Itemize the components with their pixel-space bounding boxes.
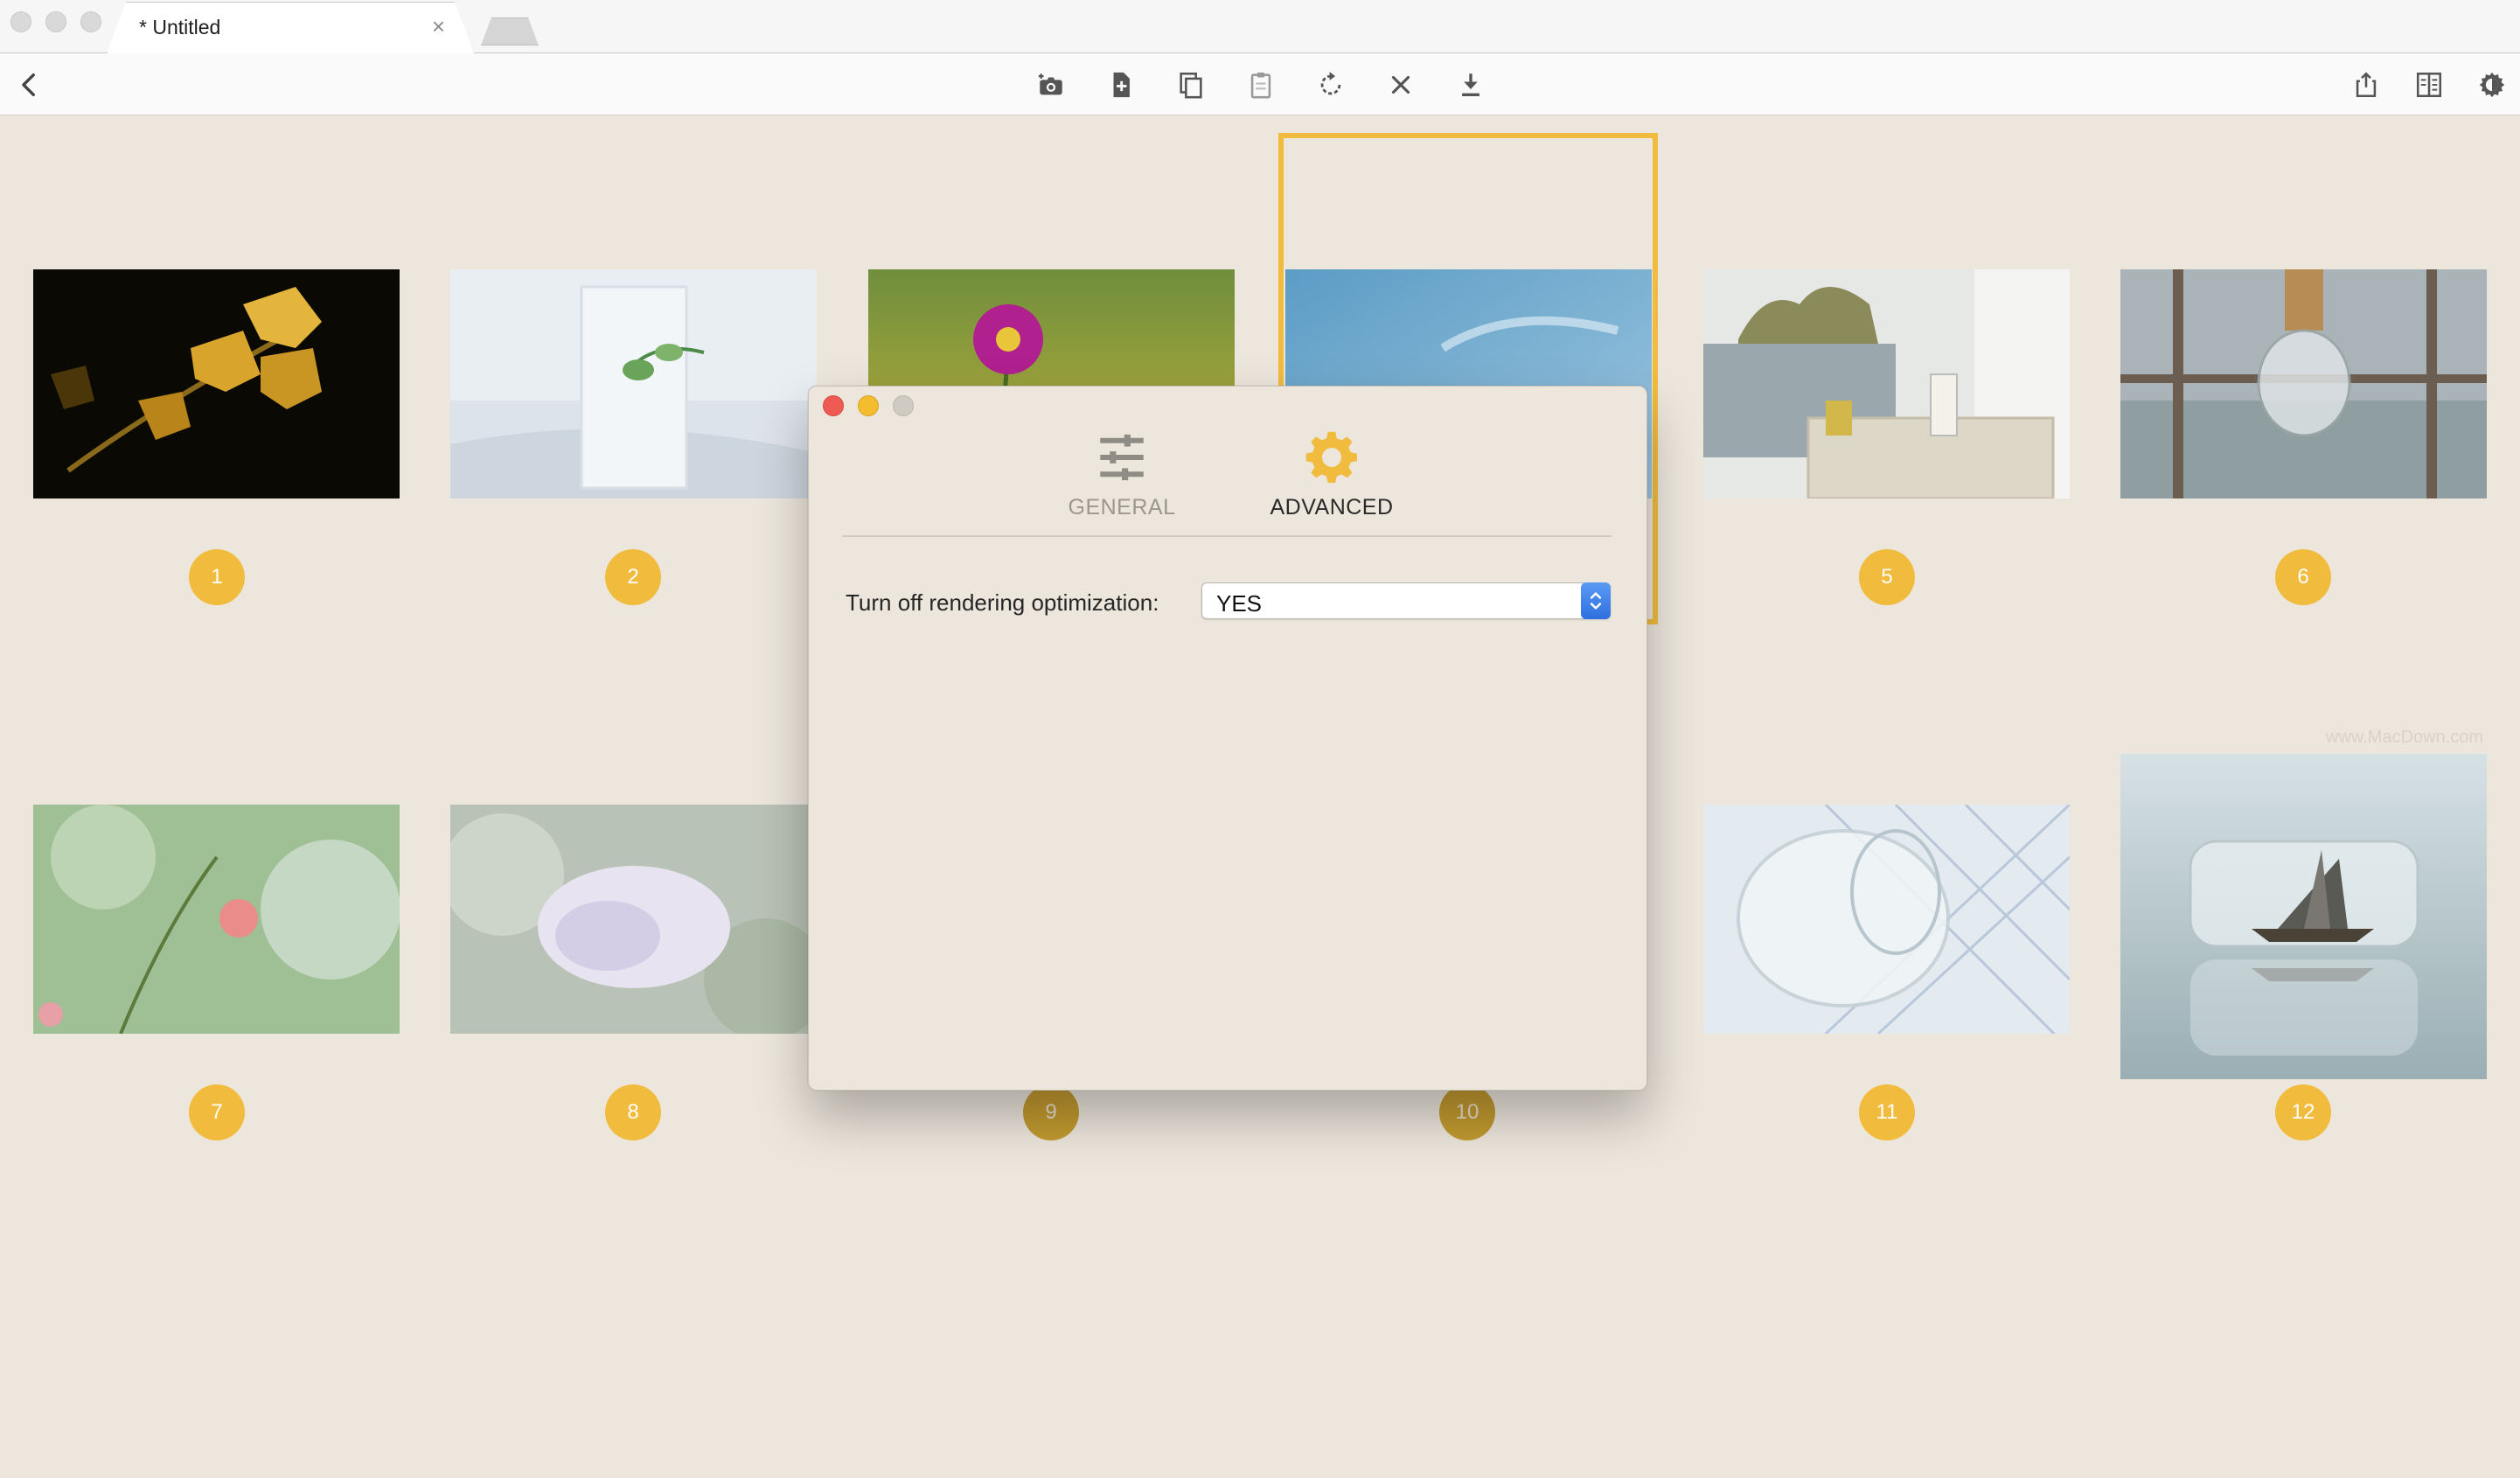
preferences-dialog: GENERAL ADVANCED Turn off rendering opti… — [808, 386, 1647, 1091]
tab-separator — [842, 535, 1612, 537]
add-file-icon — [1113, 72, 1130, 98]
theme-gear-icon — [2479, 72, 2505, 98]
chevron-left-icon — [22, 73, 35, 97]
appearance-button[interactable] — [2473, 66, 2511, 104]
rendering-optimization-label: Turn off rendering optimization: — [846, 589, 1159, 616]
item-number-badge: 10 — [1439, 1084, 1495, 1140]
item-number-badge: 1 — [189, 549, 245, 605]
paste-button[interactable] — [1242, 66, 1280, 104]
tab-close-icon[interactable]: × — [432, 15, 445, 38]
split-view-button[interactable] — [2410, 66, 2448, 104]
photo-windowsill — [1703, 269, 2070, 498]
add-photo-button[interactable] — [1032, 66, 1070, 104]
item-number-badge: 12 — [2275, 1084, 2331, 1140]
thumbnail-11[interactable] — [1703, 805, 2070, 1034]
new-tab-button[interactable] — [481, 17, 539, 45]
watermark: www.MacDown.com — [2326, 728, 2484, 747]
camera-add-icon — [1038, 73, 1062, 95]
photo-pink-rose — [33, 805, 400, 1034]
split-view-icon — [2416, 72, 2442, 98]
rotate-button[interactable] — [1312, 66, 1350, 104]
rotate-icon — [1320, 72, 1341, 95]
share-button[interactable] — [2347, 66, 2385, 104]
sliders-icon — [1100, 434, 1144, 481]
tab-advanced-label: ADVANCED — [1270, 495, 1394, 519]
item-number-badge: 7 — [189, 1084, 245, 1140]
dialog-close-button[interactable] — [823, 395, 844, 416]
delete-button[interactable] — [1382, 66, 1420, 104]
photo-ship-in-bottle — [2120, 754, 2487, 1079]
photo-glass-sprig — [450, 269, 817, 498]
gear-icon — [1305, 431, 1357, 483]
dialog-minimize-button[interactable] — [858, 395, 879, 416]
clipboard-icon — [1250, 72, 1271, 99]
item-number-badge: 6 — [2275, 549, 2331, 605]
tab-title: * Untitled — [139, 16, 221, 38]
window-close-button[interactable] — [10, 11, 31, 32]
tab-general-label: GENERAL — [1068, 495, 1176, 519]
back-button[interactable] — [10, 66, 49, 104]
item-number-badge: 8 — [605, 1084, 661, 1140]
thumbnail-7[interactable] — [33, 805, 400, 1034]
share-icon — [2356, 72, 2377, 98]
window-minimize-button[interactable] — [45, 11, 66, 32]
tab-untitled[interactable]: * Untitled × — [107, 2, 474, 53]
duplicate-button[interactable] — [1172, 66, 1210, 104]
tab-general[interactable]: GENERAL — [1026, 429, 1218, 525]
download-button[interactable] — [1451, 66, 1490, 104]
dialog-zoom-button[interactable] — [893, 395, 914, 416]
item-number-badge: 9 — [1023, 1084, 1079, 1140]
select-stepper[interactable] — [1581, 582, 1611, 619]
new-file-button[interactable] — [1102, 66, 1140, 104]
thumbnail-6[interactable] — [2120, 269, 2487, 498]
close-icon — [1391, 75, 1410, 94]
item-number-badge: 2 — [605, 549, 661, 605]
item-number-badge: 11 — [1859, 1084, 1915, 1140]
select-value: YES — [1216, 590, 1263, 617]
thumbnail-12[interactable] — [2120, 754, 2487, 1079]
photo-lilac — [450, 805, 817, 1034]
photo-glass-jar — [1703, 805, 2070, 1034]
title-bar: * Untitled × — [0, 0, 2520, 53]
item-number-badge: 5 — [1859, 549, 1915, 605]
thumbnail-2[interactable] — [450, 269, 817, 498]
window-zoom-button[interactable] — [80, 11, 101, 32]
thumbnail-8[interactable] — [450, 805, 817, 1034]
chevron-up-down-icon — [1590, 592, 1602, 610]
tab-advanced[interactable]: ADVANCED — [1236, 429, 1428, 525]
duplicate-icon — [1180, 72, 1202, 99]
thumbnail-5[interactable] — [1703, 269, 2070, 498]
photo-light-bulb — [2120, 269, 2487, 498]
photo-golden-leaves — [33, 269, 400, 498]
toolbar — [0, 53, 2520, 115]
rendering-optimization-select[interactable]: YES — [1201, 582, 1611, 619]
thumbnail-1[interactable] — [33, 269, 400, 498]
download-icon — [1462, 73, 1479, 97]
